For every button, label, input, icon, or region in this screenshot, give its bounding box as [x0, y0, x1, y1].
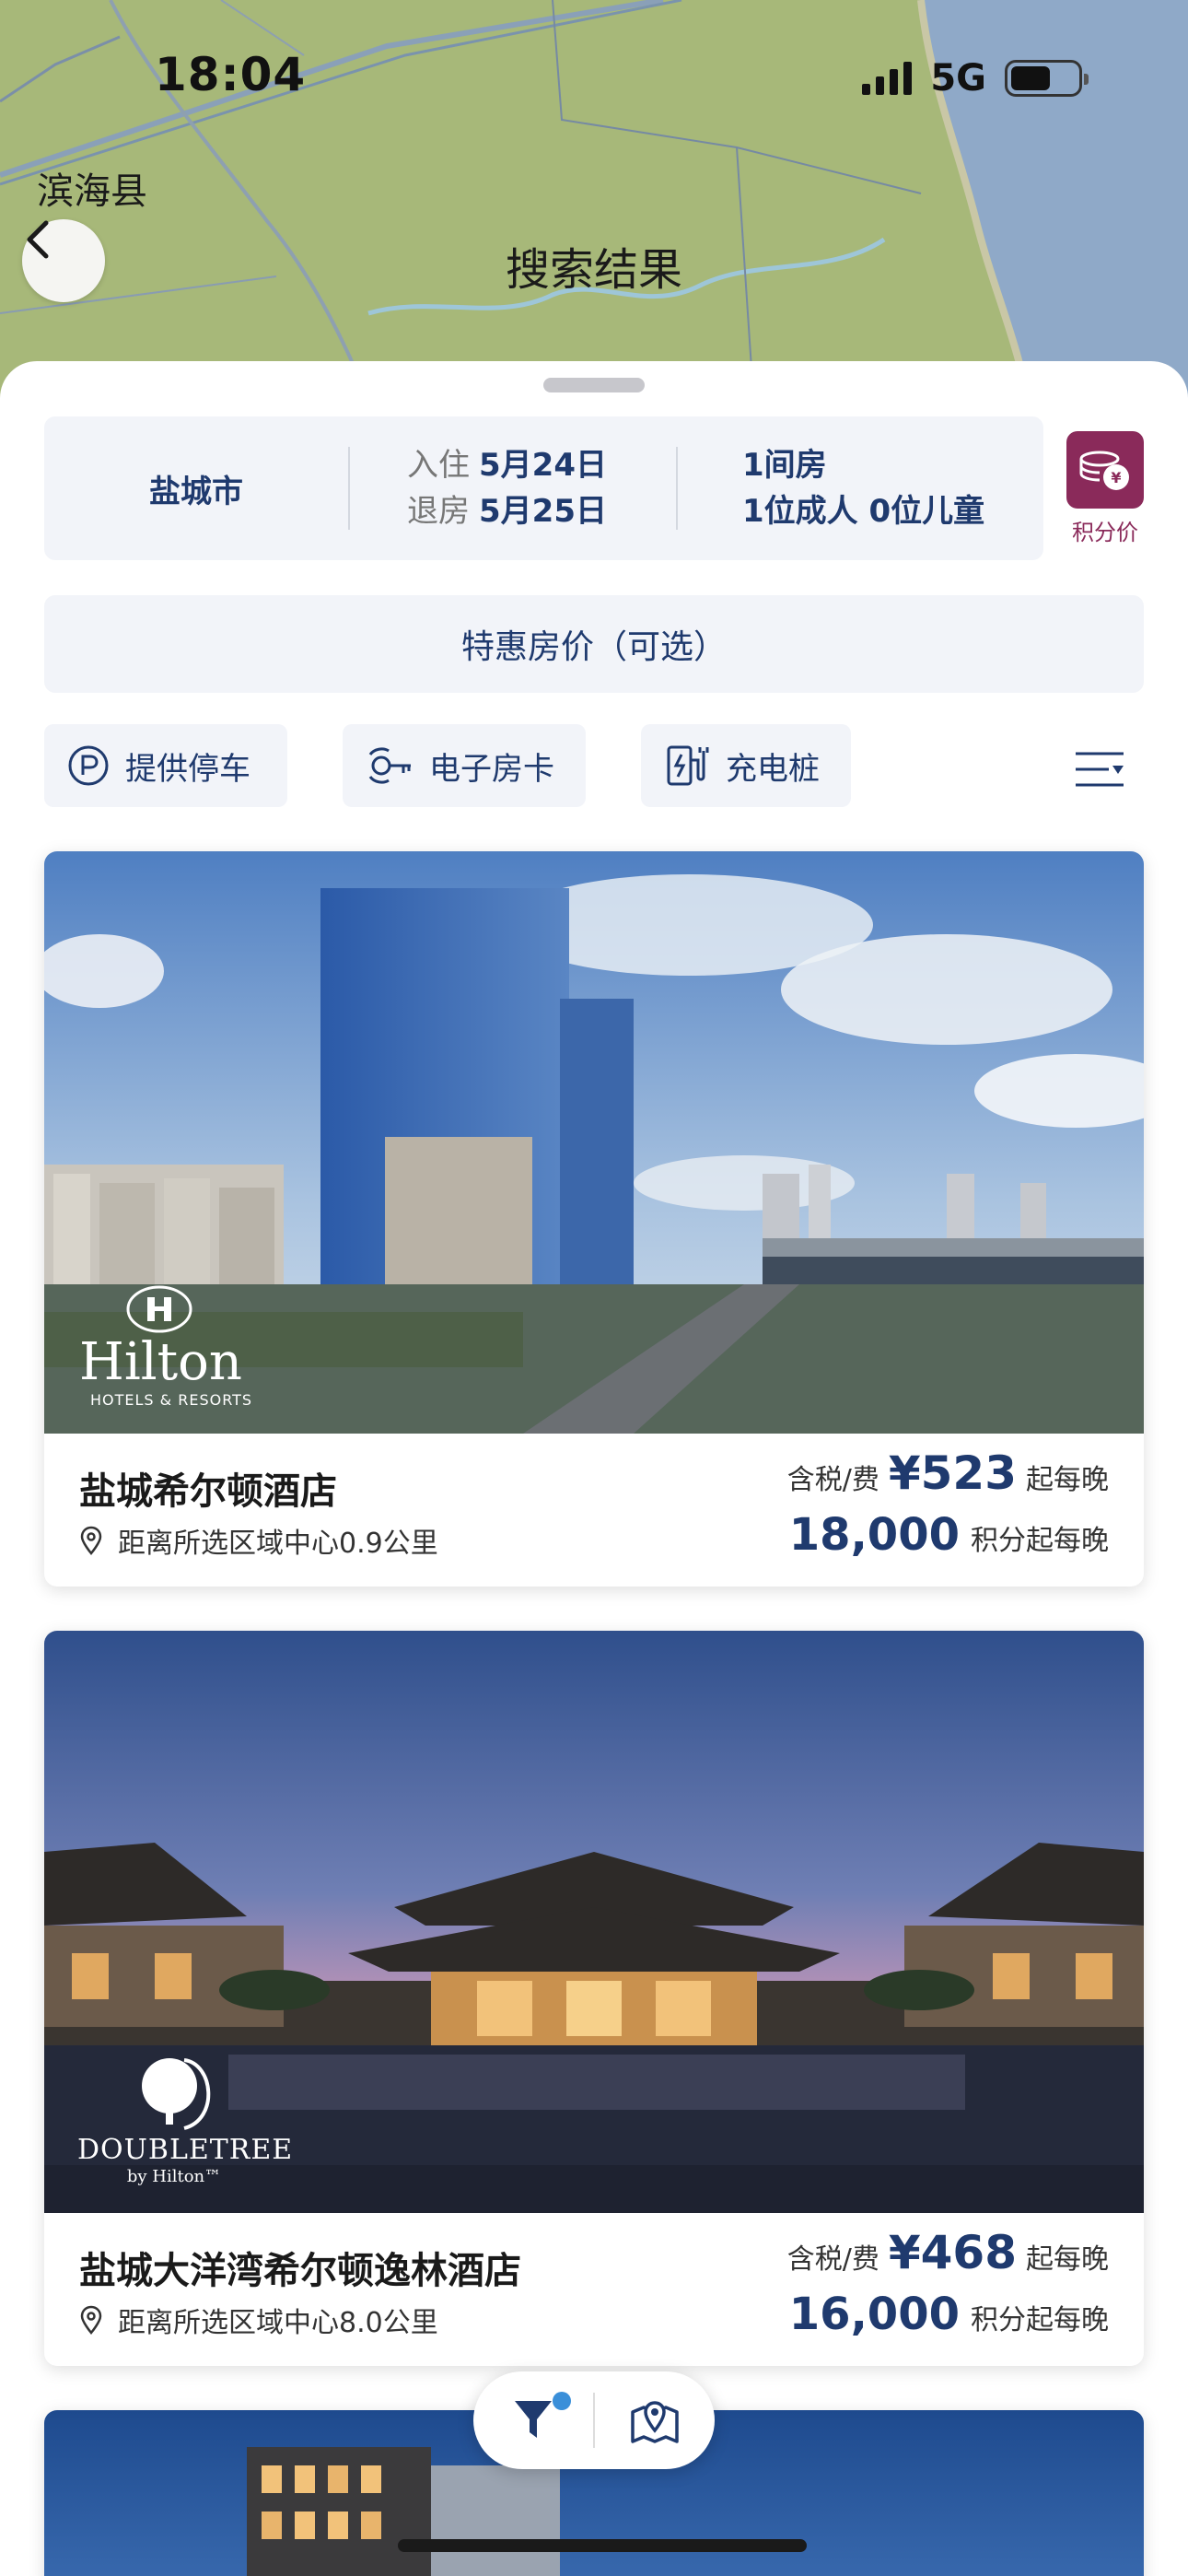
- filter-active-badge: [553, 2392, 571, 2410]
- page-title: 搜索结果: [505, 244, 682, 296]
- hilton-logo: Hilton HOTELS & RESORTS: [79, 1284, 252, 1409]
- hotel-photo: DOUBLETREE by Hilton™: [44, 1631, 1144, 2213]
- distance-text: 距离所选区域中心8.0公里: [118, 2307, 438, 2339]
- tax-label: 含税/费: [786, 1464, 879, 1496]
- map-background[interactable]: 18:04 5G 滨海县 搜索结果: [0, 0, 1188, 424]
- brand-sub: HOTELS & RESORTS: [90, 1391, 253, 1409]
- home-indicator[interactable]: [398, 2539, 807, 2552]
- svg-text:¥: ¥: [1111, 469, 1121, 486]
- sort-lines-icon: [1076, 752, 1124, 787]
- hotel-name: 盐城希尔顿酒店: [79, 1470, 337, 1513]
- hotel-info: 盐城希尔顿酒店 距离所选区域中心0.9公里 含税/费 ¥523 起每晚 18,0…: [44, 1434, 1144, 1587]
- search-rooms-guests[interactable]: 1间房 1位成人 0位儿童: [678, 442, 984, 534]
- results-sheet: 盐城市 入住 5月24日 退房 5月25日 1间房 1位成人 0位儿童 ¥ 积分价 …: [0, 361, 1188, 2576]
- filter-chips: 提供停车 电子房卡 充电桩: [44, 724, 851, 807]
- location-pin-icon: [80, 1526, 102, 1555]
- map-view-button[interactable]: [595, 2371, 715, 2469]
- map-place-label: 滨海县: [37, 170, 147, 213]
- status-indicators: 5G: [862, 57, 1089, 100]
- filter-chip-label: 电子房卡: [429, 750, 554, 788]
- distance-text: 距离所选区域中心0.9公里: [118, 1528, 438, 1560]
- price-unit: 起每晚: [1026, 2243, 1109, 2276]
- points-price-label: 积分价: [1072, 520, 1138, 545]
- special-rate-selector[interactable]: 特惠房价（可选）: [44, 595, 1144, 693]
- guests-count: 1位成人 0位儿童: [742, 493, 985, 530]
- ev-charger-icon: [667, 745, 709, 786]
- points-amount: 16,000: [788, 2289, 960, 2340]
- points-price: 16,000 积分起每晚: [789, 2289, 1109, 2340]
- filter-button[interactable]: [473, 2371, 593, 2469]
- filter-chip-ev-charger[interactable]: 充电桩: [641, 724, 851, 807]
- tax-label: 含税/费: [786, 2243, 879, 2276]
- search-dates[interactable]: 入住 5月24日 退房 5月25日: [350, 442, 676, 534]
- points-amount: 18,000: [788, 1509, 960, 1561]
- cellular-signal-icon: [862, 62, 913, 95]
- cash-price: 含税/费 ¥523 起每晚: [787, 1446, 1109, 1500]
- funnel-icon: [515, 2401, 552, 2438]
- sheet-grabber[interactable]: [543, 378, 645, 392]
- parking-icon: [68, 745, 109, 786]
- hotel-card[interactable]: DOUBLETREE by Hilton™ 盐城大洋湾希尔顿逸林酒店 距离所选区…: [44, 1631, 1144, 2366]
- points-unit: 积分起每晚: [971, 1525, 1109, 1557]
- checkout-label: 退房: [407, 493, 470, 530]
- price-amount: ¥523: [888, 1446, 1017, 1500]
- price-amount: ¥468: [888, 2226, 1017, 2279]
- hotel-photo: Hilton HOTELS & RESORTS: [44, 851, 1144, 1434]
- price-unit: 起每晚: [1026, 1464, 1109, 1496]
- battery-icon: [1005, 60, 1089, 97]
- checkout-date: 5月25日: [479, 493, 607, 530]
- brand-sub: by Hilton™: [126, 2167, 222, 2186]
- coins-yen-icon: ¥: [1066, 431, 1144, 509]
- hotel-distance: 距离所选区域中心0.9公里: [79, 1520, 438, 1561]
- checkin-date: 5月24日: [479, 447, 607, 484]
- points-unit: 积分起每晚: [971, 2304, 1109, 2336]
- hotel-name: 盐城大洋湾希尔顿逸林酒店: [79, 2250, 521, 2292]
- points-price: 18,000 积分起每晚: [789, 1509, 1109, 1561]
- points-price-toggle[interactable]: ¥ 积分价: [1066, 431, 1144, 546]
- network-type: 5G: [930, 57, 986, 100]
- search-summary[interactable]: 盐城市 入住 5月24日 退房 5月25日 1间房 1位成人 0位儿童: [44, 416, 1043, 560]
- hotel-distance: 距离所选区域中心8.0公里: [79, 2300, 438, 2340]
- rooms-count: 1间房: [742, 447, 827, 484]
- filter-chip-parking[interactable]: 提供停车: [44, 724, 287, 807]
- filter-chip-digital-key[interactable]: 电子房卡: [343, 724, 586, 807]
- filter-chip-label: 充电桩: [726, 750, 820, 788]
- map-pin-icon: [631, 2401, 679, 2443]
- cash-price: 含税/费 ¥468 起每晚: [787, 2226, 1109, 2279]
- filter-chip-label: 提供停车: [125, 750, 250, 788]
- checkin-label: 入住: [407, 447, 470, 484]
- sort-filter-button[interactable]: [1072, 746, 1127, 792]
- floating-action-bar: [473, 2371, 715, 2469]
- search-city[interactable]: 盐城市: [44, 466, 348, 511]
- status-time: 18:04: [155, 48, 307, 101]
- location-pin-icon: [80, 2305, 102, 2335]
- hotel-info: 盐城大洋湾希尔顿逸林酒店 距离所选区域中心8.0公里 含税/费 ¥468 起每晚…: [44, 2213, 1144, 2366]
- hotel-card[interactable]: Hilton HOTELS & RESORTS 盐城希尔顿酒店 距离所选区域中心…: [44, 851, 1144, 1587]
- brand-name: DOUBLETREE: [77, 2134, 294, 2166]
- brand-name: Hilton: [79, 1332, 242, 1392]
- digital-key-icon: [368, 747, 411, 784]
- doubletree-logo: DOUBLETREE by Hilton™: [77, 2055, 294, 2186]
